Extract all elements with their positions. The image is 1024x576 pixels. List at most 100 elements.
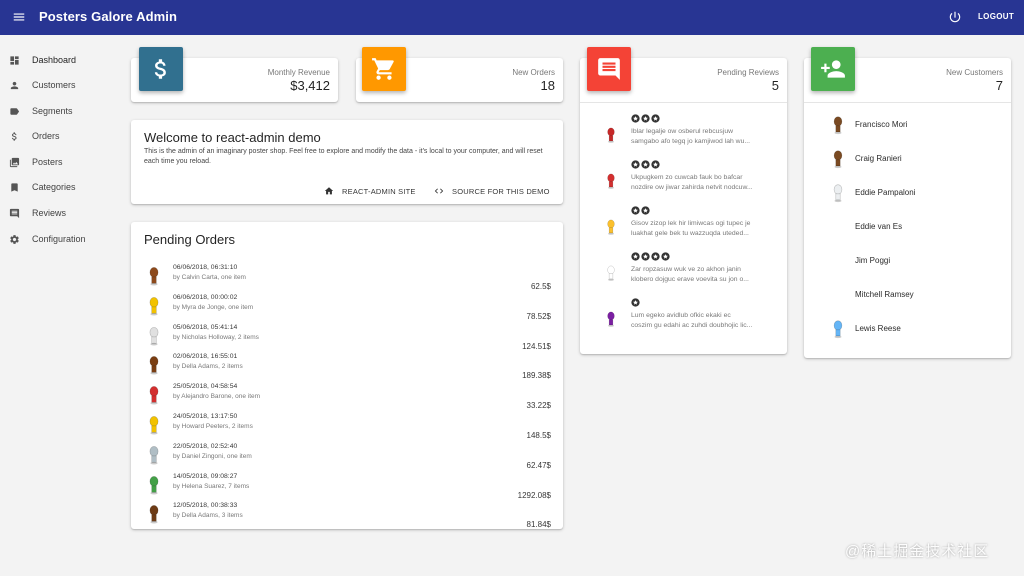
gear-icon bbox=[10, 234, 19, 244]
review-item[interactable]: Lum egeko avidlub ofkic ekaki ec coszim g… bbox=[580, 298, 786, 342]
order-customer: by Daniel Zingoni, one item bbox=[173, 452, 252, 460]
customer-avatar bbox=[149, 296, 159, 316]
sidebar-item-dashboard[interactable]: Dashboard bbox=[0, 49, 125, 71]
sidebar-item-segments[interactable]: Segments bbox=[0, 100, 125, 122]
order-row[interactable]: 25/05/2018, 04:58:54 by Alejandro Barone,… bbox=[131, 383, 562, 413]
stat-value: 7 bbox=[995, 78, 1003, 93]
star-icon bbox=[661, 252, 670, 261]
reviewer-avatar bbox=[607, 311, 615, 327]
sidebar-item-categories[interactable]: Categories bbox=[0, 176, 125, 198]
person-icon bbox=[10, 81, 19, 89]
stat-value: 18 bbox=[540, 78, 555, 93]
stat-value: 5 bbox=[771, 78, 779, 93]
star-icon bbox=[641, 160, 650, 169]
order-customer: by Della Adams, 3 items bbox=[173, 512, 243, 520]
order-row[interactable]: 22/05/2018, 02:52:40 by Daniel Zingoni, o… bbox=[131, 443, 562, 473]
sidebar-item-label: Reviews bbox=[32, 208, 67, 218]
order-row[interactable]: 06/06/2018, 06:31:10 by Calvin Carta, one… bbox=[131, 264, 562, 294]
customer-name: Mitchell Ramsey bbox=[855, 290, 914, 299]
sidebar-item-label: Categories bbox=[32, 182, 76, 192]
review-item[interactable]: Ukpugkem zo cuwcab fauk bo bafcar nozdire… bbox=[580, 160, 786, 204]
order-date: 14/05/2018, 09:08:27 bbox=[173, 472, 238, 480]
sidebar-item-label: Segments bbox=[32, 106, 73, 116]
star-icon bbox=[641, 252, 650, 261]
review-item[interactable]: Gisov zizop lek hir limiwcas ogi tupec j… bbox=[580, 206, 786, 250]
order-amount: 33.22$ bbox=[526, 401, 551, 411]
customer-avatar bbox=[149, 386, 159, 405]
app-bar: Posters Galore Admin LOGOUT bbox=[0, 0, 1024, 35]
review-item[interactable]: Iblar legalje ow osberul rebcusjuw samgab… bbox=[580, 114, 786, 158]
new-customers-card: New Customers 7 Francisco Mori Craig Rani… bbox=[804, 58, 1011, 358]
customer-item[interactable]: Jim Poggi bbox=[804, 246, 1010, 276]
order-date: 24/05/2018, 13:17:50 bbox=[173, 413, 238, 420]
customer-avatar bbox=[833, 150, 843, 169]
order-date: 22/05/2018, 02:52:40 bbox=[173, 442, 238, 450]
order-row[interactable]: 24/05/2018, 13:17:50 by Howard Peeters, 2… bbox=[131, 413, 562, 443]
customer-item[interactable]: Eddie van Es bbox=[804, 212, 1010, 242]
menu-icon[interactable] bbox=[12, 10, 26, 24]
rating-stars bbox=[631, 160, 660, 169]
sidebar-item-label: Customers bbox=[32, 80, 76, 90]
star-icon bbox=[651, 160, 660, 169]
order-customer: by Calvin Carta, one item bbox=[173, 274, 246, 281]
welcome-card: Welcome to react-admin demo This is the … bbox=[131, 120, 563, 204]
review-line: klobero dojguc erave voevita su jon o... bbox=[631, 276, 749, 283]
star-icon bbox=[631, 206, 640, 215]
divider bbox=[580, 102, 787, 103]
sidebar-item-posters[interactable]: Posters bbox=[0, 151, 125, 173]
sidebar-item-label: Posters bbox=[32, 157, 63, 167]
customer-name: Francisco Mori bbox=[855, 120, 908, 129]
order-row[interactable]: 14/05/2018, 09:08:27 by Helena Suarez, 7 … bbox=[131, 473, 562, 503]
order-date: 06/06/2018, 00:00:02 bbox=[173, 293, 238, 301]
star-icon bbox=[651, 114, 660, 123]
review-comment: Ukpugkem zo cuwcab fauk bo bafcar nozdire… bbox=[631, 173, 781, 193]
customer-name: Craig Ranieri bbox=[855, 154, 902, 163]
order-date: 05/06/2018, 05:41:14 bbox=[173, 323, 238, 331]
pending-orders-title: Pending Orders bbox=[144, 232, 236, 247]
sidebar-item-customers[interactable]: Customers bbox=[0, 74, 125, 96]
review-line: Zar ropzasuw wuk ve zo akhon janin bbox=[631, 266, 741, 273]
customer-item[interactable]: Lewis Reese bbox=[804, 314, 1010, 344]
order-row[interactable]: 02/06/2018, 16:55:01 by Della Adams, 2 it… bbox=[131, 353, 562, 383]
review-line: nozdire ow jiwar zahirda netvit nodcuw..… bbox=[631, 184, 753, 191]
rating-stars bbox=[631, 252, 670, 261]
stat-label: New Customers bbox=[946, 68, 1003, 77]
customer-avatar bbox=[149, 267, 159, 286]
label-icon bbox=[10, 107, 20, 115]
customer-item[interactable]: Craig Ranieri bbox=[804, 144, 1010, 174]
source-link[interactable]: SOURCE FOR THIS DEMO bbox=[434, 186, 550, 196]
person-add-icon bbox=[821, 60, 845, 78]
star-icon bbox=[631, 160, 640, 169]
sidebar-item-configuration[interactable]: Configuration bbox=[0, 228, 125, 250]
customer-item[interactable]: Mitchell Ramsey bbox=[804, 280, 1010, 310]
reviews-icon-box bbox=[587, 47, 631, 91]
review-line: samgabo afo tegq jo kamjiwod lah wu... bbox=[631, 138, 751, 145]
order-row[interactable]: 06/06/2018, 00:00:02 by Myra de Jonge, on… bbox=[131, 294, 562, 324]
order-row[interactable]: 12/05/2018, 00:38:33 by Della Adams, 3 it… bbox=[131, 502, 562, 532]
order-customer: by Howard Peeters, 2 items bbox=[173, 423, 253, 430]
stat-label: Pending Reviews bbox=[717, 68, 779, 77]
comment-icon bbox=[9, 208, 20, 218]
order-amount: 1292.08$ bbox=[517, 490, 551, 500]
order-customer: by Alejandro Barone, one item bbox=[173, 393, 261, 401]
logout-button[interactable]: LOGOUT bbox=[978, 12, 1014, 21]
orders-icon-box bbox=[362, 47, 406, 91]
customer-name: Jim Poggi bbox=[855, 256, 891, 265]
welcome-text: This is the admin of an imaginary poster… bbox=[144, 148, 543, 165]
review-line: coszim gu edahi ac zuhdi doubhojic lic..… bbox=[631, 322, 753, 329]
sidebar-item-reviews[interactable]: Reviews bbox=[0, 202, 125, 224]
customer-item[interactable]: Eddie Pampaloni bbox=[804, 178, 1010, 208]
react-admin-site-link[interactable]: REACT-ADMIN SITE bbox=[324, 186, 416, 196]
app-title: Posters Galore Admin bbox=[39, 9, 178, 24]
power-icon[interactable] bbox=[948, 10, 962, 24]
order-row[interactable]: 05/06/2018, 05:41:14 by Nicholas Holloway… bbox=[131, 324, 562, 354]
bookmark-icon bbox=[11, 182, 18, 192]
customer-avatar bbox=[149, 505, 159, 524]
customer-avatar bbox=[833, 320, 843, 339]
customer-item[interactable]: Francisco Mori bbox=[804, 110, 1010, 140]
review-item[interactable]: Zar ropzasuw wuk ve zo akhon janin klober… bbox=[580, 252, 786, 296]
order-date: 06/06/2018, 06:31:10 bbox=[173, 264, 238, 271]
rating-stars bbox=[631, 298, 640, 307]
star-icon bbox=[641, 206, 650, 215]
sidebar-item-orders[interactable]: Orders bbox=[0, 125, 125, 147]
